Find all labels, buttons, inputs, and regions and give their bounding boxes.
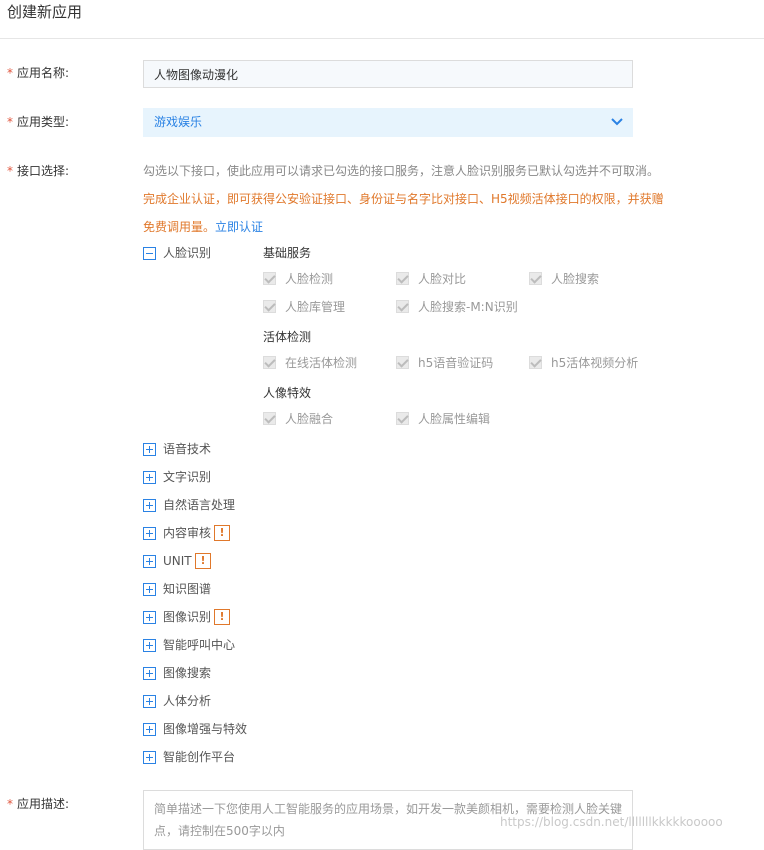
api-online-liveness: 在线活体检测: [285, 356, 358, 370]
enterprise-auth-notice: 完成企业认证，即可获得公安验证接口、身份证与名字比对接口、H5视频活体接口的权限…: [143, 185, 673, 241]
required-mark: *: [7, 115, 13, 129]
category-image-enhance[interactable]: 图像增强与特效: [163, 722, 247, 736]
expand-icon[interactable]: [143, 527, 156, 540]
category-creation-platform[interactable]: 智能创作平台: [163, 750, 235, 764]
app-name-label: * 应用名称:: [7, 66, 70, 80]
category-speech[interactable]: 语音技术: [163, 442, 211, 456]
group-basic-services: 基础服务: [263, 246, 312, 260]
category-call-center[interactable]: 智能呼叫中心: [163, 638, 235, 652]
category-body-analysis[interactable]: 人体分析: [163, 694, 211, 708]
api-h5-video-liveness: h5活体视频分析: [551, 356, 639, 370]
group-portrait-effects: 人像特效: [263, 386, 312, 400]
warning-icon: !: [195, 553, 211, 569]
checkbox-icon: [263, 272, 276, 285]
app-name-input[interactable]: [143, 60, 633, 88]
category-face-recognition[interactable]: 人脸识别: [163, 246, 211, 260]
api-face-detect: 人脸检测: [285, 272, 334, 286]
expand-icon[interactable]: [143, 583, 156, 596]
checkbox-icon: [263, 300, 276, 313]
expand-icon[interactable]: [143, 639, 156, 652]
category-knowledge-graph[interactable]: 知识图谱: [163, 582, 211, 596]
checkbox-icon: [396, 300, 409, 313]
warning-icon: !: [214, 609, 230, 625]
expand-icon[interactable]: [143, 471, 156, 484]
chevron-down-icon[interactable]: [611, 117, 623, 127]
app-type-select[interactable]: 游戏娱乐: [143, 108, 633, 137]
category-unit[interactable]: UNIT: [163, 554, 192, 568]
app-desc-label: * 应用描述:: [7, 797, 70, 811]
api-face-search: 人脸搜索: [551, 272, 600, 286]
checkbox-icon: [396, 356, 409, 369]
app-type-label: * 应用类型:: [7, 115, 70, 129]
app-type-value: 游戏娱乐: [154, 115, 203, 129]
expand-icon[interactable]: [143, 695, 156, 708]
required-mark: *: [7, 164, 13, 178]
api-select-hint: 勾选以下接口，使此应用可以请求已勾选的接口服务，注意人脸识别服务已默认勾选并不可…: [143, 164, 660, 178]
collapse-icon[interactable]: [143, 247, 156, 260]
api-face-attr-edit: 人脸属性编辑: [418, 412, 491, 426]
group-liveness: 活体检测: [263, 330, 312, 344]
expand-icon[interactable]: [143, 611, 156, 624]
warning-icon: !: [214, 525, 230, 541]
category-image-recognition[interactable]: 图像识别: [163, 610, 211, 624]
page-title: 创建新应用: [7, 3, 83, 21]
checkbox-icon: [529, 272, 542, 285]
verify-now-link[interactable]: 立即认证: [215, 220, 263, 234]
category-ocr[interactable]: 文字识别: [163, 470, 211, 484]
api-face-merge: 人脸融合: [285, 412, 334, 426]
required-mark: *: [7, 66, 13, 80]
category-content-audit[interactable]: 内容审核: [163, 526, 211, 540]
api-h5-voice-code: h5语音验证码: [418, 356, 494, 370]
expand-icon[interactable]: [143, 555, 156, 568]
checkbox-icon: [396, 412, 409, 425]
checkbox-icon: [263, 356, 276, 369]
api-face-library: 人脸库管理: [285, 300, 346, 314]
checkbox-icon: [529, 356, 542, 369]
required-mark: *: [7, 797, 13, 811]
checkbox-icon: [263, 412, 276, 425]
expand-icon[interactable]: [143, 499, 156, 512]
api-select-label: * 接口选择:: [7, 164, 70, 178]
expand-icon[interactable]: [143, 723, 156, 736]
expand-icon[interactable]: [143, 667, 156, 680]
api-face-compare: 人脸对比: [418, 272, 467, 286]
expand-icon[interactable]: [143, 443, 156, 456]
api-face-search-mn: 人脸搜索-M:N识别: [418, 300, 518, 314]
checkbox-icon: [396, 272, 409, 285]
watermark: https://blog.csdn.net/lllllllkkkkkooooo: [500, 815, 723, 829]
category-image-search[interactable]: 图像搜索: [163, 666, 211, 680]
category-nlp[interactable]: 自然语言处理: [163, 498, 235, 512]
title-divider: [0, 38, 764, 39]
expand-icon[interactable]: [143, 751, 156, 764]
